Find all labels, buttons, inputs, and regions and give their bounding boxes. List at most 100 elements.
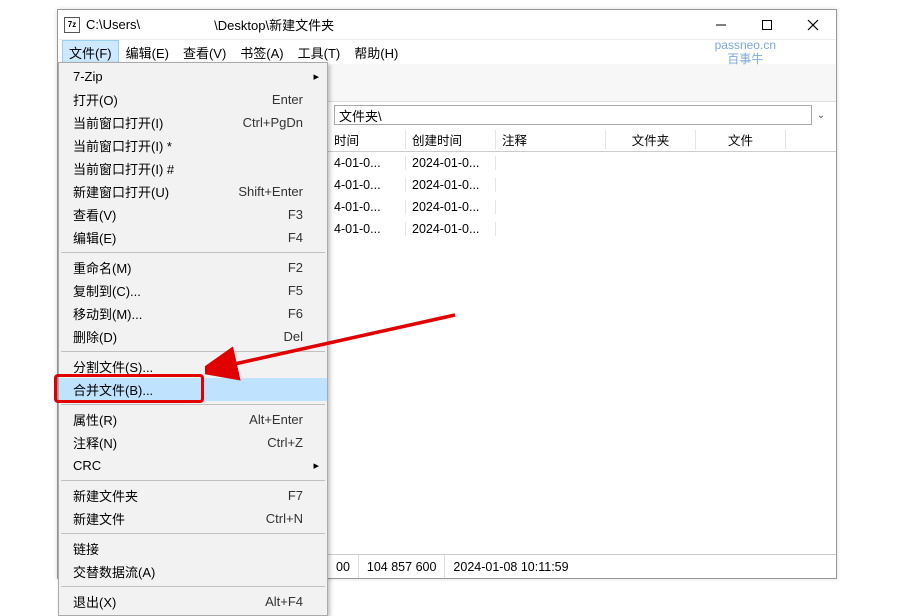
menu-item[interactable]: 查看(V)F3 (59, 203, 327, 226)
menu-item-shortcut: F2 (288, 260, 303, 275)
status-cell-size: 104 857 600 (359, 555, 446, 578)
column-mtime[interactable]: 时间 (328, 130, 406, 149)
menu-item[interactable]: 删除(D)Del (59, 325, 327, 348)
title-path-suffix: \Desktop\新建文件夹 (214, 15, 334, 34)
menu-item[interactable]: 当前窗口打开(I) # (59, 157, 327, 180)
menu-item[interactable]: 合并文件(B)... (59, 378, 327, 401)
menu-item-label: 移动到(M)... (73, 304, 288, 323)
cell-mtime: 4-01-0... (328, 178, 406, 192)
cell-mtime: 4-01-0... (328, 200, 406, 214)
menu-item[interactable]: 链接 (59, 537, 327, 560)
menu-item-label: 属性(R) (73, 410, 249, 429)
column-ctime[interactable]: 创建时间 (406, 130, 496, 149)
menu-item[interactable]: CRC ▸ (59, 454, 327, 477)
menu-item-label: 注释(N) (73, 433, 267, 452)
column-comment[interactable]: 注释 (496, 130, 606, 149)
menu-item-shortcut: Ctrl+N (266, 511, 303, 526)
close-icon (807, 19, 819, 31)
cell-ctime: 2024-01-0... (406, 200, 496, 214)
menu-item-shortcut: F7 (288, 488, 303, 503)
watermark-name: 百事牛 (715, 52, 776, 66)
cell-ctime: 2024-01-0... (406, 156, 496, 170)
cell-mtime: 4-01-0... (328, 222, 406, 236)
menu-item[interactable]: 分割文件(S)... (59, 355, 327, 378)
path-input[interactable]: 文件夹\ (334, 105, 812, 125)
menu-item-shortcut: Ctrl+PgDn (243, 115, 303, 130)
menu-bar: 文件(F) 编辑(E) 查看(V) 书签(A) 工具(T) 帮助(H) pass… (58, 40, 836, 64)
menu-item[interactable]: 打开(O)Enter (59, 88, 327, 111)
watermark-url: passneo.cn (715, 38, 776, 52)
menu-item[interactable]: 注释(N)Ctrl+Z (59, 431, 327, 454)
menu-item[interactable]: 当前窗口打开(I) * (59, 134, 327, 157)
maximize-icon (761, 19, 773, 31)
menu-help[interactable]: 帮助(H) (347, 40, 405, 65)
menu-item-label: 链接 (73, 539, 303, 558)
path-text: 文件夹\ (339, 106, 382, 125)
cell-mtime: 4-01-0... (328, 156, 406, 170)
menu-item[interactable]: 重命名(M)F2 (59, 256, 327, 279)
menu-item-label: 复制到(C)... (73, 281, 288, 300)
menu-item-label: 打开(O) (73, 90, 272, 109)
menu-item-label: 分割文件(S)... (73, 357, 303, 376)
menu-item-label: 当前窗口打开(I) # (73, 159, 303, 178)
status-cell-1: 00 (328, 555, 359, 578)
column-folder[interactable]: 文件夹 (606, 130, 696, 149)
menu-item-shortcut: F5 (288, 283, 303, 298)
menu-item[interactable]: 移动到(M)...F6 (59, 302, 327, 325)
column-file[interactable]: 文件 (696, 130, 786, 149)
menu-item-label: 退出(X) (73, 592, 265, 611)
menu-item-shortcut: F6 (288, 306, 303, 321)
cell-ctime: 2024-01-0... (406, 222, 496, 236)
menu-item-shortcut: Alt+Enter (249, 412, 303, 427)
menu-bookmarks[interactable]: 书签(A) (233, 40, 290, 65)
menu-separator (61, 252, 325, 253)
menu-item[interactable]: 退出(X)Alt+F4 (59, 590, 327, 613)
menu-item-label: 重命名(M) (73, 258, 288, 277)
chevron-down-icon: ⌄ (817, 110, 825, 121)
cell-ctime: 2024-01-0... (406, 178, 496, 192)
menu-item-label: 查看(V) (73, 205, 288, 224)
menu-item[interactable]: 属性(R)Alt+Enter (59, 408, 327, 431)
menu-item-shortcut: F4 (288, 230, 303, 245)
submenu-arrow-icon: ▸ (313, 70, 319, 83)
app-icon: 7z (64, 17, 80, 33)
menu-item[interactable]: 交替数据流(A) (59, 560, 327, 583)
minimize-icon (715, 19, 727, 31)
menu-separator (61, 351, 325, 352)
menu-item[interactable]: 新建窗口打开(U)Shift+Enter (59, 180, 327, 203)
watermark: passneo.cn 百事牛 (715, 38, 776, 67)
menu-item-shortcut: F3 (288, 207, 303, 222)
menu-item-label: 新建文件 (73, 509, 266, 528)
menu-item-label: 当前窗口打开(I) (73, 113, 243, 132)
menu-edit[interactable]: 编辑(E) (119, 40, 176, 65)
menu-item-label: 删除(D) (73, 327, 283, 346)
menu-item-label: 7-Zip (73, 69, 303, 84)
title-path-redacted (142, 18, 212, 32)
status-cell-date: 2024-01-08 10:11:59 (445, 555, 576, 578)
menu-item-label: 新建文件夹 (73, 486, 288, 505)
menu-item[interactable]: 新建文件夹F7 (59, 484, 327, 507)
menu-item-shortcut: Alt+F4 (265, 594, 303, 609)
close-button[interactable] (790, 10, 836, 40)
menu-separator (61, 404, 325, 405)
menu-tools[interactable]: 工具(T) (291, 40, 348, 65)
menu-item[interactable]: 新建文件Ctrl+N (59, 507, 327, 530)
menu-separator (61, 533, 325, 534)
submenu-arrow-icon: ▸ (313, 459, 319, 472)
menu-item[interactable]: 当前窗口打开(I)Ctrl+PgDn (59, 111, 327, 134)
menu-item[interactable]: 7-Zip ▸ (59, 65, 327, 88)
menu-item-label: 交替数据流(A) (73, 562, 303, 581)
menu-separator (61, 480, 325, 481)
menu-item[interactable]: 编辑(E)F4 (59, 226, 327, 249)
menu-item-shortcut: Enter (272, 92, 303, 107)
title-path-prefix: C:\Users\ (86, 17, 140, 32)
menu-item-shortcut: Shift+Enter (238, 184, 303, 199)
menu-item-label: CRC (73, 458, 303, 473)
menu-file[interactable]: 文件(F) (62, 40, 119, 65)
maximize-button[interactable] (744, 10, 790, 40)
menu-item[interactable]: 复制到(C)...F5 (59, 279, 327, 302)
path-dropdown-button[interactable]: ⌄ (812, 110, 830, 121)
minimize-button[interactable] (698, 10, 744, 40)
menu-item-label: 当前窗口打开(I) * (73, 136, 303, 155)
menu-view[interactable]: 查看(V) (176, 40, 233, 65)
